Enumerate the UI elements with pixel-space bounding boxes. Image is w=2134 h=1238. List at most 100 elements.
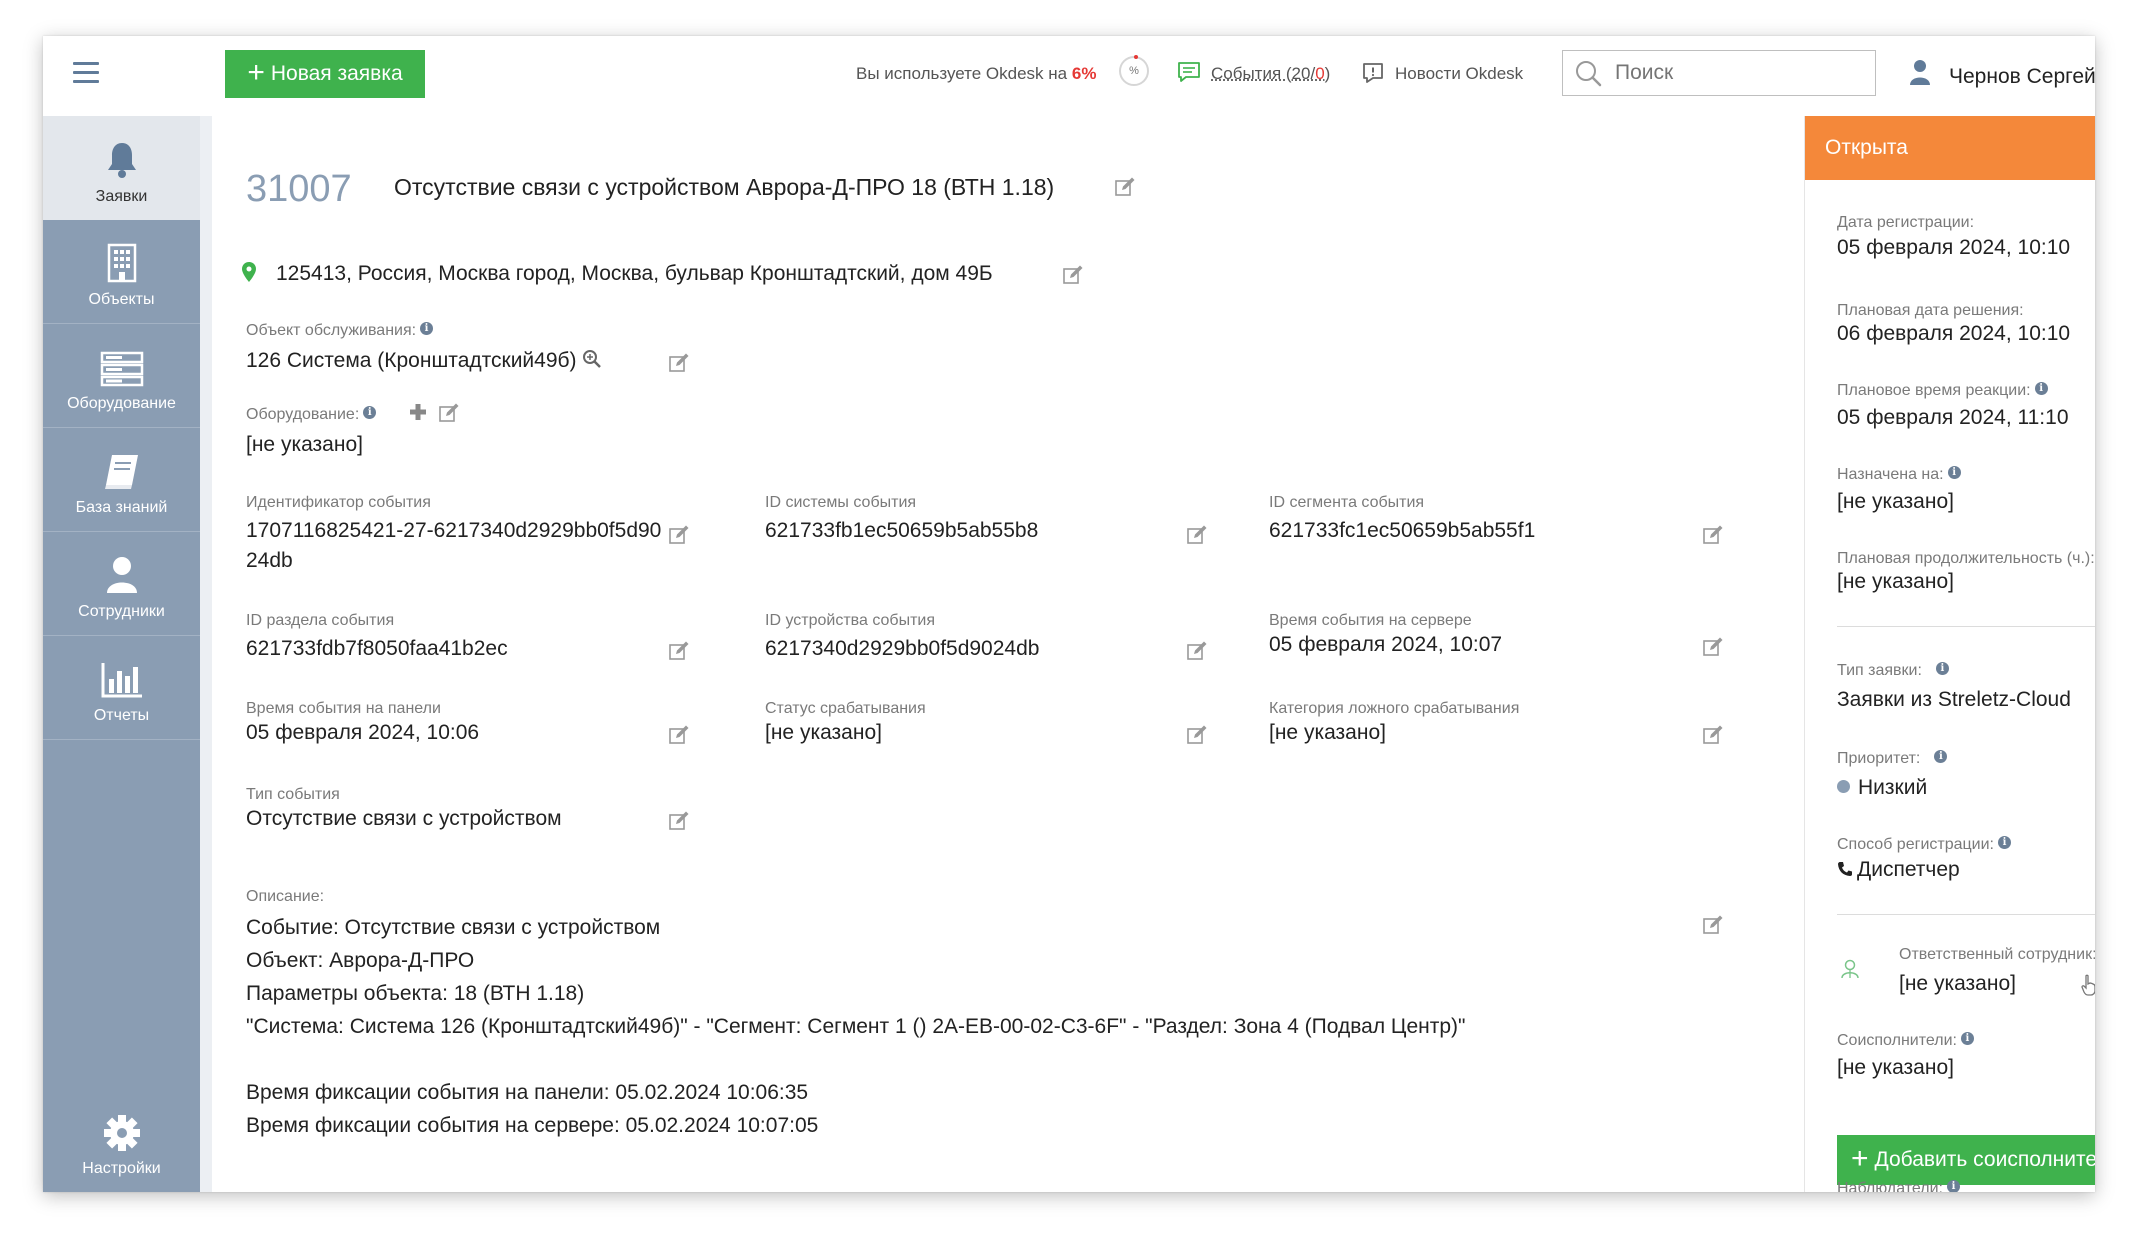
divider	[1837, 914, 2095, 915]
coexec-label: Соисполнители: i	[1837, 1032, 1974, 1050]
description-text: Событие: Отсутствие связи с устройством …	[246, 911, 1466, 1142]
phone-icon	[1838, 862, 1852, 876]
server-time-label: Время события на сервере	[1269, 612, 1472, 629]
add-coexecutor-button[interactable]: + Добавить соисполнителя	[1837, 1135, 2095, 1185]
edit-service-object-icon[interactable]	[668, 352, 690, 374]
service-object-value[interactable]: 126 Система (Кронштадтский49б)	[246, 346, 602, 376]
sidebar-item-objects[interactable]: Объекты	[43, 220, 200, 324]
priority-value[interactable]: Низкий	[1837, 776, 1927, 800]
info-icon[interactable]: i	[1947, 1180, 1960, 1192]
reg-method-value-text: Диспетчер	[1857, 858, 1960, 881]
edit-segment-id-icon[interactable]	[1702, 524, 1724, 546]
event-type-label: Тип события	[246, 786, 340, 803]
news-link[interactable]: Новости Okdesk	[1395, 64, 1523, 84]
plan-react-label-text: Плановое время реакции:	[1837, 382, 2031, 399]
edit-description-icon[interactable]	[1702, 914, 1724, 936]
events-link[interactable]: События (20/0)	[1211, 64, 1330, 84]
map-pin-icon	[242, 262, 256, 282]
plan-solve-label: Плановая дата решения:	[1837, 302, 2024, 319]
user-name[interactable]: Чернов Сергей	[1949, 65, 2095, 89]
priority-value-text: Низкий	[1858, 776, 1928, 799]
panel-time-value: 05 февраля 2024, 10:06	[246, 721, 480, 744]
sidebar-item-equipment[interactable]: Оборудование	[43, 324, 200, 428]
sidebar-item-employees[interactable]: Сотрудники	[43, 532, 200, 636]
coexec-label-text: Соисполнители:	[1837, 1032, 1957, 1049]
edit-panel-time-icon[interactable]	[668, 724, 690, 746]
usage-percent: 6%	[1071, 64, 1097, 83]
trigger-status-label: Статус срабатывания	[765, 700, 926, 717]
alert-bubble-icon[interactable]	[1361, 61, 1385, 85]
system-id-label: ID системы события	[765, 494, 917, 511]
hand-pointer-icon[interactable]	[2081, 974, 2095, 996]
type-value[interactable]: Заявки из Streletz-Cloud	[1837, 688, 2071, 712]
usage-ring-icon[interactable]: %	[1119, 55, 1149, 86]
info-icon[interactable]: i	[1934, 750, 1948, 763]
edit-system-id-icon[interactable]	[1186, 524, 1208, 546]
server-icon	[100, 351, 143, 387]
false-category-value: [не указано]	[1269, 721, 1386, 744]
type-label: Тип заявки: i	[1837, 662, 1949, 680]
description-label: Описание:	[246, 888, 325, 905]
info-icon[interactable]: i	[2034, 382, 2048, 395]
edit-title-icon[interactable]	[1114, 176, 1136, 198]
bar-chart-icon	[101, 663, 142, 698]
reg-method-label-text: Способ регистрации:	[1837, 836, 1994, 853]
duration-value: [не указано]	[1837, 570, 1954, 593]
info-icon[interactable]: i	[1947, 466, 1961, 479]
edit-equipment-icon[interactable]	[438, 402, 460, 424]
edit-event-type-icon[interactable]	[668, 810, 690, 832]
system-id-value: 621733fb1ec50659b5ab55b8	[765, 519, 1039, 542]
add-equipment-icon[interactable]	[408, 402, 428, 422]
sidebar-item-label: Объекты	[88, 291, 155, 308]
search-box[interactable]	[1562, 50, 1876, 96]
responsible-value[interactable]: [не указано]	[1899, 972, 2016, 996]
zoom-icon[interactable]	[582, 349, 602, 369]
sidebar-item-label: Сотрудники	[78, 603, 165, 620]
description-line: Параметры объекта: 18 (ВТН 1.18)	[246, 982, 585, 1005]
info-icon[interactable]: i	[420, 322, 434, 335]
description-line: Объект: Аврора-Д-ПРО	[246, 949, 475, 972]
plan-react-label: Плановое время реакции: i	[1837, 382, 2048, 400]
edit-event-id-icon[interactable]	[668, 524, 690, 546]
service-object-label: Объект обслуживания: i	[246, 322, 434, 340]
ticket-number: 31007	[246, 168, 352, 210]
plan-react-value: 05 февраля 2024, 11:10	[1837, 406, 2069, 429]
user-icon[interactable]	[1909, 58, 1931, 86]
edit-section-id-icon[interactable]	[668, 640, 690, 662]
sidebar-item-label: Отчеты	[93, 707, 150, 724]
responsible-label: Ответственный сотрудник:	[1899, 946, 2095, 963]
observers-label-text: Наблюдатели:	[1837, 1180, 1943, 1192]
edit-false-category-icon[interactable]	[1702, 724, 1724, 746]
info-icon[interactable]: i	[363, 406, 377, 419]
person-icon	[106, 557, 137, 593]
sidebar-item-settings[interactable]: Настройки	[43, 1096, 200, 1192]
edit-trigger-status-icon[interactable]	[1186, 724, 1208, 746]
new-ticket-button[interactable]: + Новая заявка	[225, 50, 425, 98]
status-badge[interactable]: Открыта	[1805, 116, 2095, 180]
person-outline-icon	[1841, 959, 1859, 979]
event-id-line2: 24db	[246, 549, 293, 572]
hamburger-menu-icon[interactable]	[73, 62, 99, 86]
search-input[interactable]	[1615, 61, 1865, 85]
divider	[1837, 626, 2095, 627]
trigger-status-value: [не указано]	[765, 721, 882, 744]
info-icon[interactable]: i	[1960, 1032, 1974, 1045]
sidebar-item-tickets[interactable]: Заявки	[43, 116, 200, 220]
edit-server-time-icon[interactable]	[1702, 636, 1724, 658]
reg-date-value: 05 февраля 2024, 10:10	[1837, 236, 2071, 259]
description-line: Время фиксации события на сервере: 05.02…	[246, 1114, 819, 1137]
event-type-value: Отсутствие связи с устройством	[246, 807, 562, 830]
sidebar-item-reports[interactable]: Отчеты	[43, 636, 200, 740]
top-bar: + Новая заявка Вы используете Okdesk на …	[43, 36, 2095, 116]
sidebar-item-knowledge-base[interactable]: База знаний	[43, 428, 200, 532]
info-icon[interactable]: i	[1935, 662, 1949, 675]
info-icon[interactable]: i	[1997, 836, 2011, 849]
edit-device-id-icon[interactable]	[1186, 640, 1208, 662]
assigned-label: Назначена на: i	[1837, 466, 1961, 484]
reg-method-value[interactable]: Диспетчер	[1837, 858, 1960, 882]
duration-label-text: Плановая продолжительность (ч.):	[1837, 550, 2095, 567]
edit-address-icon[interactable]	[1062, 264, 1084, 286]
chat-icon[interactable]	[1177, 61, 1201, 83]
ticket-title: Отсутствие связи с устройством Аврора-Д-…	[394, 174, 1055, 200]
panel-time-label: Время события на панели	[246, 700, 441, 717]
